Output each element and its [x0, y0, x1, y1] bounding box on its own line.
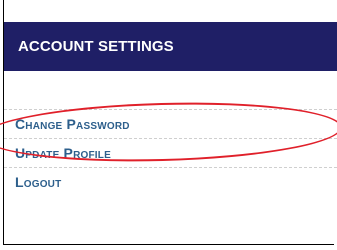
panel-header: ACCOUNT SETTINGS [4, 22, 337, 71]
change-password-link[interactable]: Change Password [15, 116, 130, 132]
logout-link[interactable]: Logout [15, 174, 61, 190]
menu-item-update-profile[interactable]: Update Profile [4, 138, 337, 167]
account-settings-menu: Change Password Update Profile Logout [4, 109, 337, 196]
menu-item-logout[interactable]: Logout [4, 167, 337, 196]
update-profile-link[interactable]: Update Profile [15, 145, 111, 161]
panel-title: ACCOUNT SETTINGS [18, 38, 174, 55]
menu-item-change-password[interactable]: Change Password [4, 109, 337, 138]
